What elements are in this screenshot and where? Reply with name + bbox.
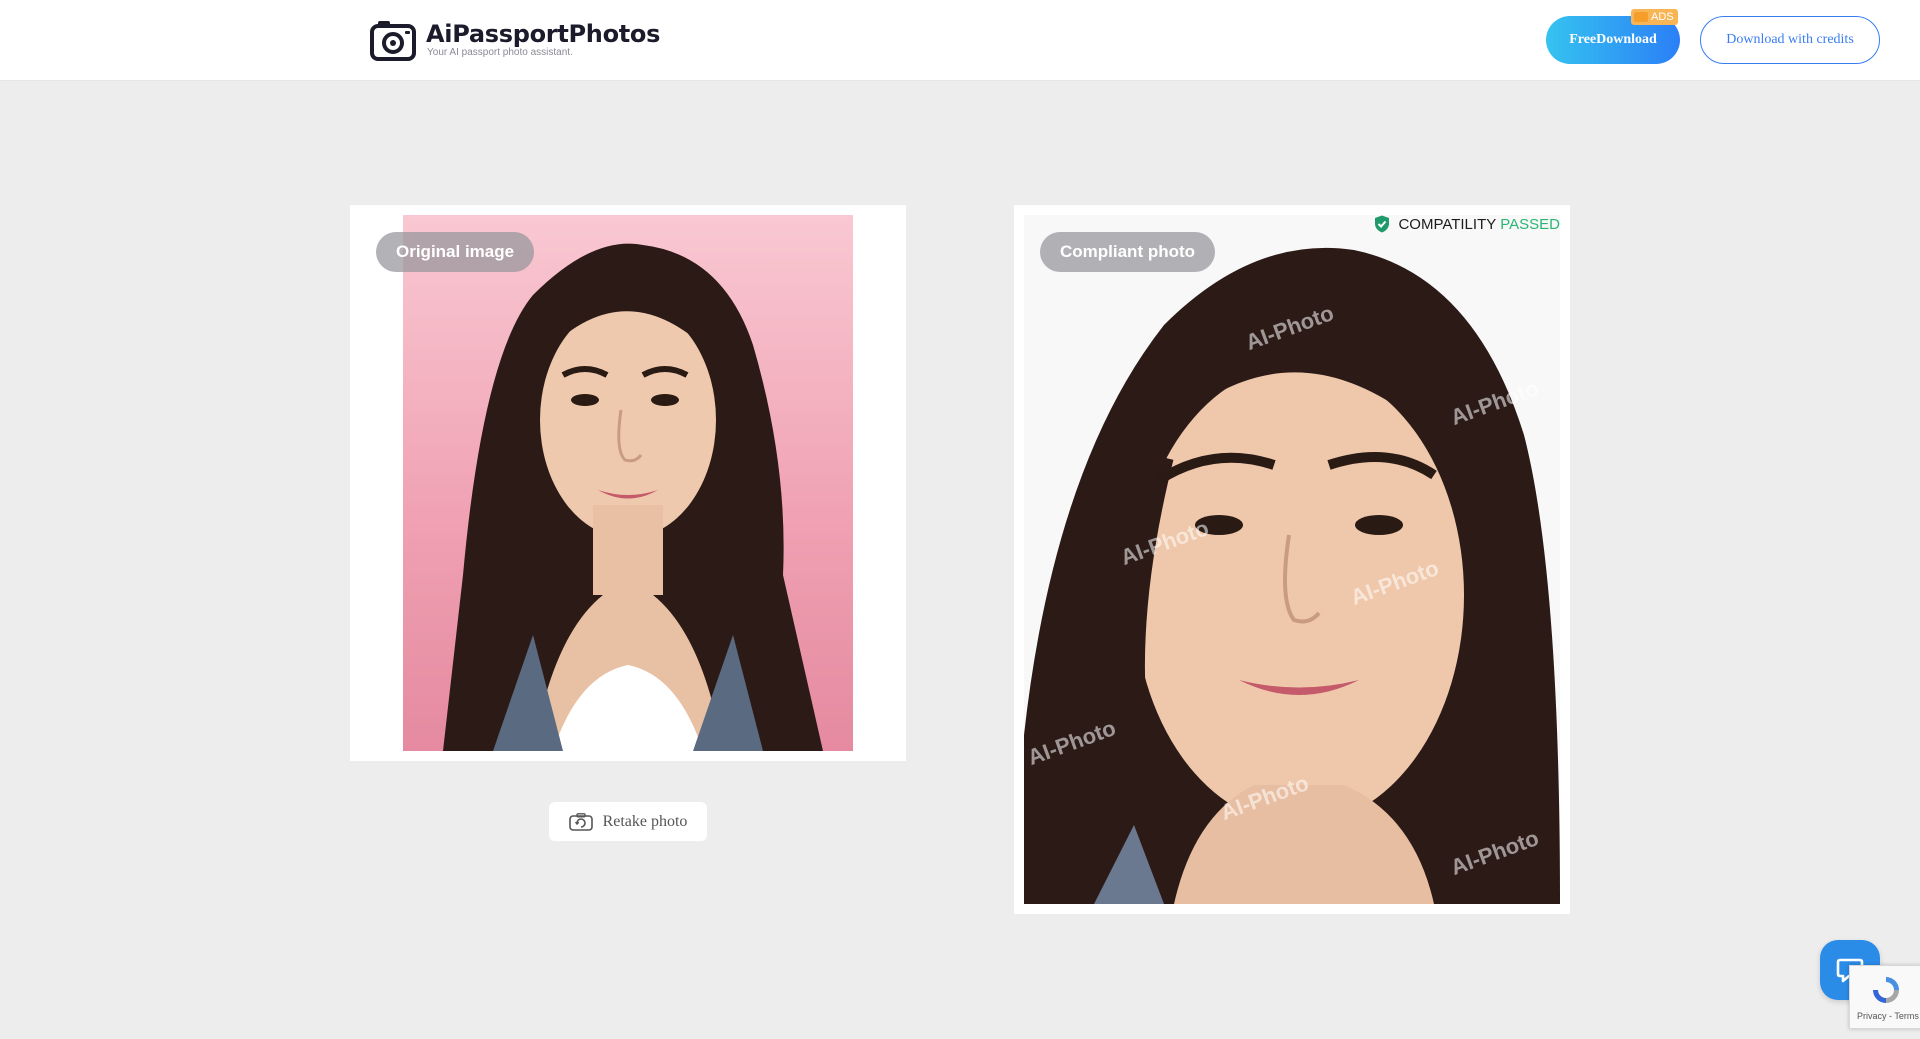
recaptcha-badge[interactable]: Privacy - Terms bbox=[1849, 965, 1920, 1029]
tv-icon bbox=[1634, 12, 1648, 22]
shield-check-icon bbox=[1375, 215, 1390, 233]
compatibility-label: COMPATILITY bbox=[1398, 215, 1497, 233]
original-photo bbox=[403, 215, 853, 751]
recaptcha-icon bbox=[1873, 977, 1899, 1003]
brand-title: AiPassportPhotos bbox=[426, 20, 661, 48]
camera-logo-icon bbox=[370, 21, 416, 61]
original-image-label: Original image bbox=[376, 232, 535, 272]
brand-logo[interactable]: AiPassportPhotos Your AI passport photo … bbox=[369, 18, 660, 62]
compatibility-status: COMPATILITY PASSED bbox=[1374, 215, 1560, 233]
recaptcha-links[interactable]: Privacy - Terms bbox=[1857, 1011, 1919, 1021]
compatibility-passed: PASSED bbox=[1500, 215, 1560, 233]
camera-retake-icon bbox=[568, 812, 593, 831]
portrait-illustration bbox=[443, 243, 823, 751]
brand-subtitle: Your AI passport photo assistant. bbox=[427, 47, 573, 58]
download-with-credits-button[interactable]: Download with credits bbox=[1700, 16, 1880, 64]
retake-photo-button[interactable]: Retake photo bbox=[549, 802, 707, 841]
retake-photo-label: Retake photo bbox=[602, 812, 688, 830]
top-header: AiPassportPhotos Your AI passport photo … bbox=[0, 0, 1920, 81]
compliant-photo: AI-Photo AI-Photo AI-Photo AI-Photo AI-P… bbox=[1024, 215, 1560, 904]
ads-badge-label: ADS bbox=[1651, 11, 1674, 23]
original-image-card: Original image bbox=[350, 205, 906, 761]
ads-badge: ADS bbox=[1631, 9, 1678, 25]
compliant-photo-label: Compliant photo bbox=[1040, 232, 1216, 272]
compliant-photo-card: AI-Photo AI-Photo AI-Photo AI-Photo AI-P… bbox=[1014, 205, 1570, 914]
